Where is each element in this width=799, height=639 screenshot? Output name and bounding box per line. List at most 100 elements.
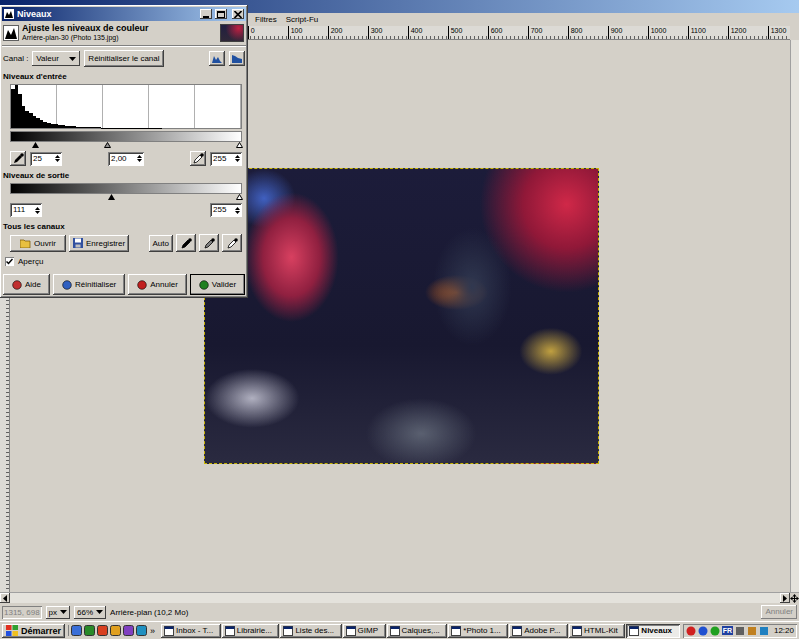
task-button[interactable]: Inbox - T... [161,624,221,638]
dialog-button[interactable]: Annuler [128,274,187,295]
log-histogram-icon [232,54,242,63]
photo[interactable] [204,168,599,464]
black-input-spin[interactable]: 25 [30,152,62,166]
output-black-slider[interactable] [108,194,115,200]
quick-launch-overflow[interactable]: » [149,626,156,636]
channel-select[interactable]: Valeur [32,51,80,66]
spin-arrows[interactable] [55,155,62,162]
spin-arrows[interactable] [235,207,242,214]
dialog-button[interactable]: Réinitialiser [53,274,125,295]
white-input-group: 255 [190,151,242,166]
reset-channel-button[interactable]: Réinitialiser le canal [84,50,163,67]
input-sliders [13,142,239,149]
minimize-button[interactable] [200,9,212,19]
window-icon [512,626,522,636]
dialog-title: Niveaux [17,9,52,19]
up-arrow-icon [137,155,142,158]
tray-icon[interactable] [759,626,769,636]
tray-icon[interactable] [747,626,757,636]
ruler-label: 0 [248,26,288,39]
gamma-slider[interactable] [104,142,111,148]
tray-icon[interactable] [686,626,696,636]
quick-launch-icon[interactable] [110,625,121,636]
window-icon [164,626,174,636]
picker-button[interactable] [199,234,219,252]
navigate-button[interactable] [790,593,799,603]
spin-arrows[interactable] [235,155,242,162]
auto-button[interactable]: Auto [149,235,173,252]
zoom-value: 66% [77,607,93,618]
ruler-label: 300 [368,26,408,39]
zoom-select[interactable]: 66% [74,606,106,619]
white-point-slider[interactable] [236,142,243,148]
desktop: FiltresScript-Fu010020030040050060070080… [0,0,799,639]
language-indicator[interactable]: FR [722,626,733,635]
dialog-title-bar[interactable]: Niveaux [2,7,246,21]
linear-histogram-button[interactable] [209,51,225,66]
task-button[interactable]: GIMP [343,624,386,638]
cancel-button[interactable]: Annuler [761,605,797,619]
scroll-right-arrow[interactable] [780,593,790,603]
dialog-heading: Ajuste les niveaux de couleur [22,23,217,34]
quick-launch-icon[interactable] [97,625,108,636]
quick-launch-icon[interactable] [71,625,82,636]
separator [2,45,246,47]
output-white-spin[interactable]: 255 [210,203,242,217]
dialog-buttons: AideRéinitialiserAnnulerValider [2,274,246,295]
output-white-value: 255 [210,205,235,215]
quick-launch-icon[interactable] [84,625,95,636]
preview-checkbox[interactable] [5,257,14,266]
scroll-left-arrow[interactable] [0,593,10,603]
spin-arrows[interactable] [35,207,42,214]
scroll-track[interactable] [10,593,780,603]
dialog-button[interactable]: Valider [190,274,245,295]
task-button[interactable]: *Photo 1... [448,624,508,638]
task-button[interactable]: Librairie... [222,624,280,638]
task-button[interactable]: Calques,... [387,624,448,638]
picker-button[interactable] [176,234,196,252]
task-button[interactable]: Niveaux [626,624,679,638]
task-button[interactable]: Liste des... [280,624,341,638]
header-texts: Ajuste les niveaux de couleurArrière-pla… [22,23,217,42]
open-button[interactable]: Ouvrir [10,235,66,252]
black-picker-button[interactable] [10,151,26,166]
vertical-scrollbar[interactable] [790,40,799,592]
spin-arrows[interactable] [137,155,144,162]
unit-select[interactable]: px [46,606,70,619]
output-white-slider[interactable] [236,194,243,200]
input-levels-label: Niveaux d'entrée [3,71,246,82]
gamma-spin[interactable]: 2,00 [108,152,144,166]
black-point-slider[interactable] [32,142,39,148]
task-label: Liste des... [295,625,334,637]
up-arrow-icon [235,207,240,210]
white-input-spin[interactable]: 255 [210,152,242,166]
preview-label[interactable]: Aperçu [18,257,43,266]
quick-launch-icon[interactable] [123,625,134,636]
close-button[interactable] [232,9,244,19]
task-button[interactable]: Adobe P... [509,624,568,638]
down-arrow-icon [235,159,240,162]
picker-button[interactable] [222,234,242,252]
task-label: *Photo 1... [463,625,500,637]
start-button[interactable]: Démarrer [2,624,65,638]
tray-icon[interactable] [710,626,720,636]
output-black-spin[interactable]: 111 [10,203,42,217]
tray-icon[interactable] [735,626,745,636]
dialog-button[interactable]: Aide [3,274,50,295]
log-histogram-button[interactable] [229,51,245,66]
menu-item[interactable]: Filtres [255,15,277,24]
window-icon [283,626,293,636]
right-arrow-icon [782,595,788,602]
menu-item[interactable]: Script-Fu [286,15,318,24]
close-icon [234,11,242,18]
white-picker-button[interactable] [190,151,206,166]
quick-launch-icon[interactable] [136,625,147,636]
maximize-icon [217,11,225,18]
tray-icon[interactable] [698,626,708,636]
save-button[interactable]: Enregistrer [69,235,129,252]
output-values-row: 111 255 [10,203,242,217]
maximize-button[interactable] [215,9,227,19]
task-button[interactable]: HTML-Kit [569,624,625,638]
task-label: HTML-Kit [584,625,618,637]
horizontal-scrollbar[interactable] [0,592,799,603]
